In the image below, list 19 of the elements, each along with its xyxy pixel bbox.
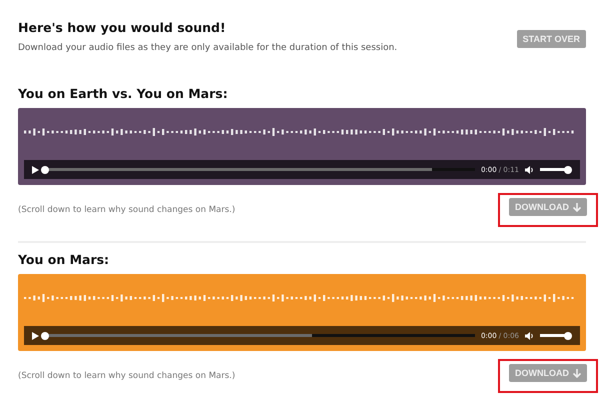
volume-icon[interactable]	[525, 166, 534, 174]
section-title: You on Earth vs. You on Mars:	[18, 86, 229, 101]
page-title: Here's how you would sound!	[18, 20, 227, 35]
volume-thumb[interactable]	[564, 332, 572, 340]
progress-thumb[interactable]	[41, 166, 49, 174]
download-icon	[573, 202, 581, 212]
volume-thumb[interactable]	[564, 166, 572, 174]
download-button[interactable]: DOWNLOAD	[509, 364, 587, 382]
play-icon[interactable]	[32, 332, 39, 340]
play-icon[interactable]	[32, 166, 39, 174]
volume-icon[interactable]	[525, 332, 534, 340]
download-icon	[573, 368, 581, 378]
caption: (Scroll down to learn why sound changes on Mars.)	[18, 371, 236, 381]
page-subtitle: Download your audio files as they are only available for the duration of this session.	[18, 43, 398, 53]
progress-thumb[interactable]	[41, 332, 49, 340]
start-over-button[interactable]: START OVER	[516, 30, 586, 48]
download-button[interactable]: DOWNLOAD	[509, 198, 587, 216]
caption: (Scroll down to learn why sound changes on Mars.)	[18, 205, 236, 215]
section-title: You on Mars:	[18, 252, 110, 267]
